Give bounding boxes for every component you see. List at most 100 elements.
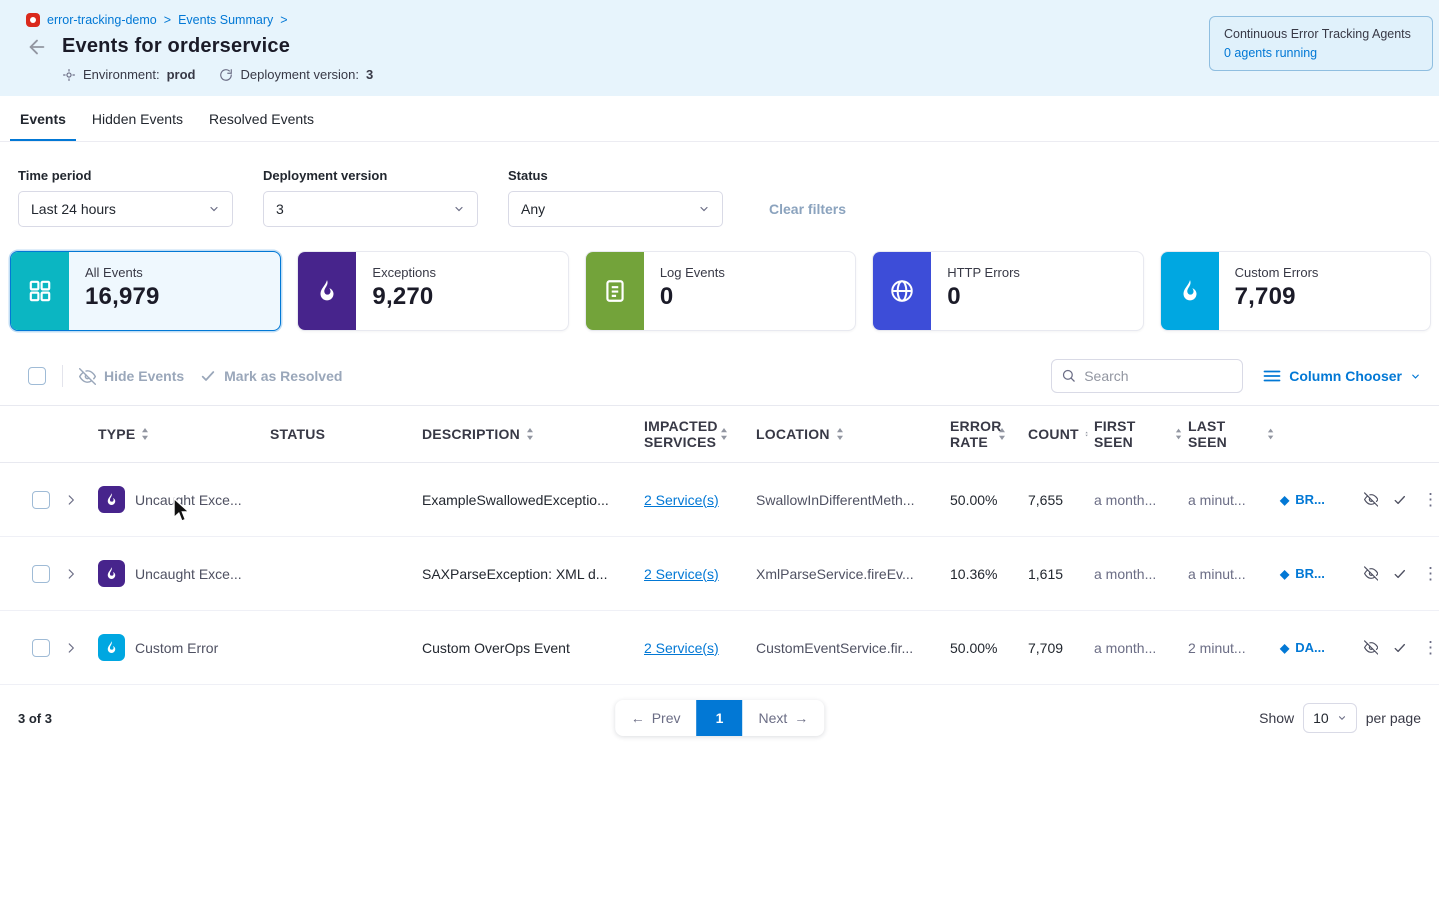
deployment-version-select[interactable]: 3	[263, 191, 478, 227]
tab-events[interactable]: Events	[18, 96, 68, 141]
service-tag-link[interactable]: ◆BR...	[1280, 566, 1364, 581]
sort-icon	[836, 428, 844, 440]
table-row[interactable]: Uncaught Exce... ExampleSwallowedExcepti…	[0, 463, 1439, 537]
sort-icon	[526, 428, 534, 440]
first-seen-value: a month...	[1094, 492, 1188, 508]
mark-resolved-button[interactable]: Mark as Resolved	[200, 368, 342, 384]
event-description: ExampleSwallowedExceptio...	[422, 492, 644, 508]
globe-icon	[873, 252, 931, 330]
card-http-errors[interactable]: HTTP Errors 0	[872, 251, 1143, 331]
column-header-last-seen[interactable]: Last Seen	[1188, 418, 1280, 450]
column-header-location[interactable]: Location	[756, 426, 950, 442]
column-header-error-rate[interactable]: Error Rate	[950, 418, 1028, 450]
time-period-label: Time period	[18, 168, 233, 183]
breadcrumb-project-link[interactable]: error-tracking-demo	[47, 13, 157, 27]
status-select[interactable]: Any	[508, 191, 723, 227]
search-input[interactable]	[1051, 359, 1243, 393]
divider	[62, 365, 63, 387]
table-row[interactable]: Uncaught Exce... SAXParseException: XML …	[0, 537, 1439, 611]
chevron-right-icon	[64, 567, 78, 581]
eye-off-icon	[79, 368, 96, 385]
resolve-event-icon[interactable]	[1393, 640, 1407, 656]
page-1-button[interactable]: 1	[697, 700, 743, 736]
resolve-event-icon[interactable]	[1393, 566, 1407, 582]
expand-row-button[interactable]	[64, 493, 98, 507]
chevron-down-icon	[208, 203, 220, 215]
next-page-button[interactable]: Next→	[743, 700, 825, 736]
environment-icon	[62, 68, 76, 82]
table-action-bar: Hide Events Mark as Resolved Column Choo…	[0, 345, 1439, 405]
tab-resolved-events[interactable]: Resolved Events	[207, 96, 316, 141]
custom-error-type-icon	[98, 634, 125, 661]
grid-icon	[11, 252, 69, 330]
service-tag-link[interactable]: ◆DA...	[1280, 640, 1364, 655]
hide-event-icon[interactable]	[1364, 639, 1378, 656]
row-checkbox[interactable]	[32, 639, 50, 657]
deployment-version-icon	[219, 68, 233, 82]
impacted-services-link[interactable]: 2 Service(s)	[644, 566, 719, 582]
environment-value: prod	[167, 67, 196, 82]
hide-event-icon[interactable]	[1364, 565, 1378, 582]
project-logo-icon	[26, 13, 40, 27]
flame-icon	[1161, 252, 1219, 330]
card-all-events[interactable]: All Events 16,979	[10, 251, 281, 331]
event-type-label: Uncaught Exce...	[135, 566, 250, 582]
error-rate-value: 50.00%	[950, 492, 1028, 508]
pager: ←Prev 1 Next→	[615, 700, 825, 736]
arrow-left-icon	[26, 36, 48, 58]
card-value: 16,979	[85, 283, 160, 311]
tab-hidden-events[interactable]: Hidden Events	[90, 96, 185, 141]
row-menu-icon[interactable]: ⋮	[1422, 639, 1439, 656]
select-all-checkbox[interactable]	[28, 367, 46, 385]
breadcrumb-separator: >	[280, 13, 287, 27]
document-icon	[586, 252, 644, 330]
column-header-status[interactable]: Status	[270, 426, 422, 442]
hide-events-button[interactable]: Hide Events	[79, 368, 184, 385]
column-header-description[interactable]: Description	[422, 426, 644, 442]
status-label: Status	[508, 168, 723, 183]
impacted-services-link[interactable]: 2 Service(s)	[644, 492, 719, 508]
impacted-services-link[interactable]: 2 Service(s)	[644, 640, 719, 656]
card-exceptions[interactable]: Exceptions 9,270	[297, 251, 568, 331]
agents-status-card: Continuous Error Tracking Agents 0 agent…	[1209, 16, 1433, 71]
menu-icon	[1263, 369, 1281, 383]
deployment-meta: Deployment version: 3	[219, 67, 373, 82]
expand-row-button[interactable]	[64, 641, 98, 655]
clear-filters-button[interactable]: Clear filters	[769, 201, 846, 217]
column-header-first-seen[interactable]: First Seen	[1094, 418, 1188, 450]
hide-event-icon[interactable]	[1364, 491, 1378, 508]
agents-running-link[interactable]: 0 agents running	[1224, 46, 1418, 60]
error-rate-value: 10.36%	[950, 566, 1028, 582]
event-type-label: Custom Error	[135, 640, 226, 656]
row-checkbox[interactable]	[32, 565, 50, 583]
prev-page-button[interactable]: ←Prev	[615, 700, 697, 736]
table-row[interactable]: Custom Error Custom OverOps Event 2 Serv…	[0, 611, 1439, 685]
show-label: Show	[1259, 710, 1294, 726]
column-header-impacted-services[interactable]: Impacted Services	[644, 418, 756, 450]
chevron-down-icon	[1337, 713, 1347, 723]
resolve-event-icon[interactable]	[1393, 492, 1407, 508]
chevron-right-icon	[64, 641, 78, 655]
column-chooser-button[interactable]: Column Chooser	[1263, 368, 1421, 384]
time-period-select[interactable]: Last 24 hours	[18, 191, 233, 227]
column-header-type[interactable]: Type	[98, 426, 270, 442]
card-label: All Events	[85, 265, 160, 280]
card-label: Exceptions	[372, 265, 436, 280]
service-tag-link[interactable]: ◆BR...	[1280, 492, 1364, 507]
event-description: Custom OverOps Event	[422, 640, 644, 656]
card-custom-errors[interactable]: Custom Errors 7,709	[1160, 251, 1431, 331]
back-button[interactable]	[26, 36, 48, 58]
breadcrumb-section-link[interactable]: Events Summary	[178, 13, 273, 27]
page-size-select[interactable]: 10	[1303, 703, 1357, 733]
arrow-right-icon: →	[794, 710, 808, 726]
sort-icon	[1085, 428, 1088, 440]
expand-row-button[interactable]	[64, 567, 98, 581]
column-header-count[interactable]: Count	[1028, 426, 1094, 442]
card-value: 0	[947, 283, 1020, 311]
card-log-events[interactable]: Log Events 0	[585, 251, 856, 331]
row-menu-icon[interactable]: ⋮	[1422, 491, 1439, 508]
row-checkbox[interactable]	[32, 491, 50, 509]
last-seen-value: a minut...	[1188, 492, 1280, 508]
row-menu-icon[interactable]: ⋮	[1422, 565, 1439, 582]
breadcrumb-separator: >	[164, 13, 171, 27]
